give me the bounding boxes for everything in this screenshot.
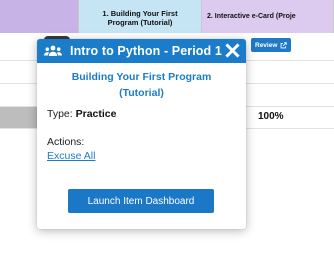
- external-link-icon: [281, 41, 288, 48]
- type-label: Type:: [47, 108, 73, 120]
- group-icon: [44, 45, 62, 56]
- gradebook-header-row: 1. Building Your First Program (Tutorial…: [0, 0, 334, 33]
- header-cell-student: [0, 0, 79, 33]
- excuse-all-link[interactable]: Excuse All: [47, 150, 95, 162]
- actions-label: Actions:: [47, 136, 85, 148]
- popover-title: Intro to Python - Period 1: [70, 44, 222, 58]
- type-value: Practice: [75, 108, 117, 120]
- column-header-label-line-2: Program (Tutorial): [107, 17, 173, 27]
- assignment-title: Building Your First Program (Tutorial): [47, 69, 236, 101]
- assignment-title-line-2: (Tutorial): [119, 87, 164, 99]
- column-header-label: 2. Interactive e-Card (Proje: [207, 13, 296, 20]
- score-cell: 100%: [258, 111, 284, 122]
- review-button[interactable]: Review: [251, 38, 292, 52]
- assignment-title-line-1: Building Your First Program: [71, 71, 212, 83]
- launch-item-dashboard-button[interactable]: Launch Item Dashboard: [68, 189, 214, 213]
- column-header-assignment-1[interactable]: 1. Building Your First Program (Tutorial…: [79, 0, 202, 33]
- column-header-label-line-1: 1. Building Your First: [102, 8, 178, 18]
- assignment-type: Type: Practice: [47, 108, 116, 120]
- close-icon[interactable]: [225, 43, 240, 58]
- gradebook-view: 1. Building Your First Program (Tutorial…: [0, 0, 334, 278]
- assignment-popover: Intro to Python - Period 1 Building Your…: [37, 39, 246, 229]
- review-button-label: Review: [255, 41, 278, 49]
- popover-header: Intro to Python - Period 1: [37, 39, 246, 63]
- student-row-highlight: [0, 107, 40, 128]
- column-header-assignment-2[interactable]: 2. Interactive e-Card (Proje: [202, 0, 334, 33]
